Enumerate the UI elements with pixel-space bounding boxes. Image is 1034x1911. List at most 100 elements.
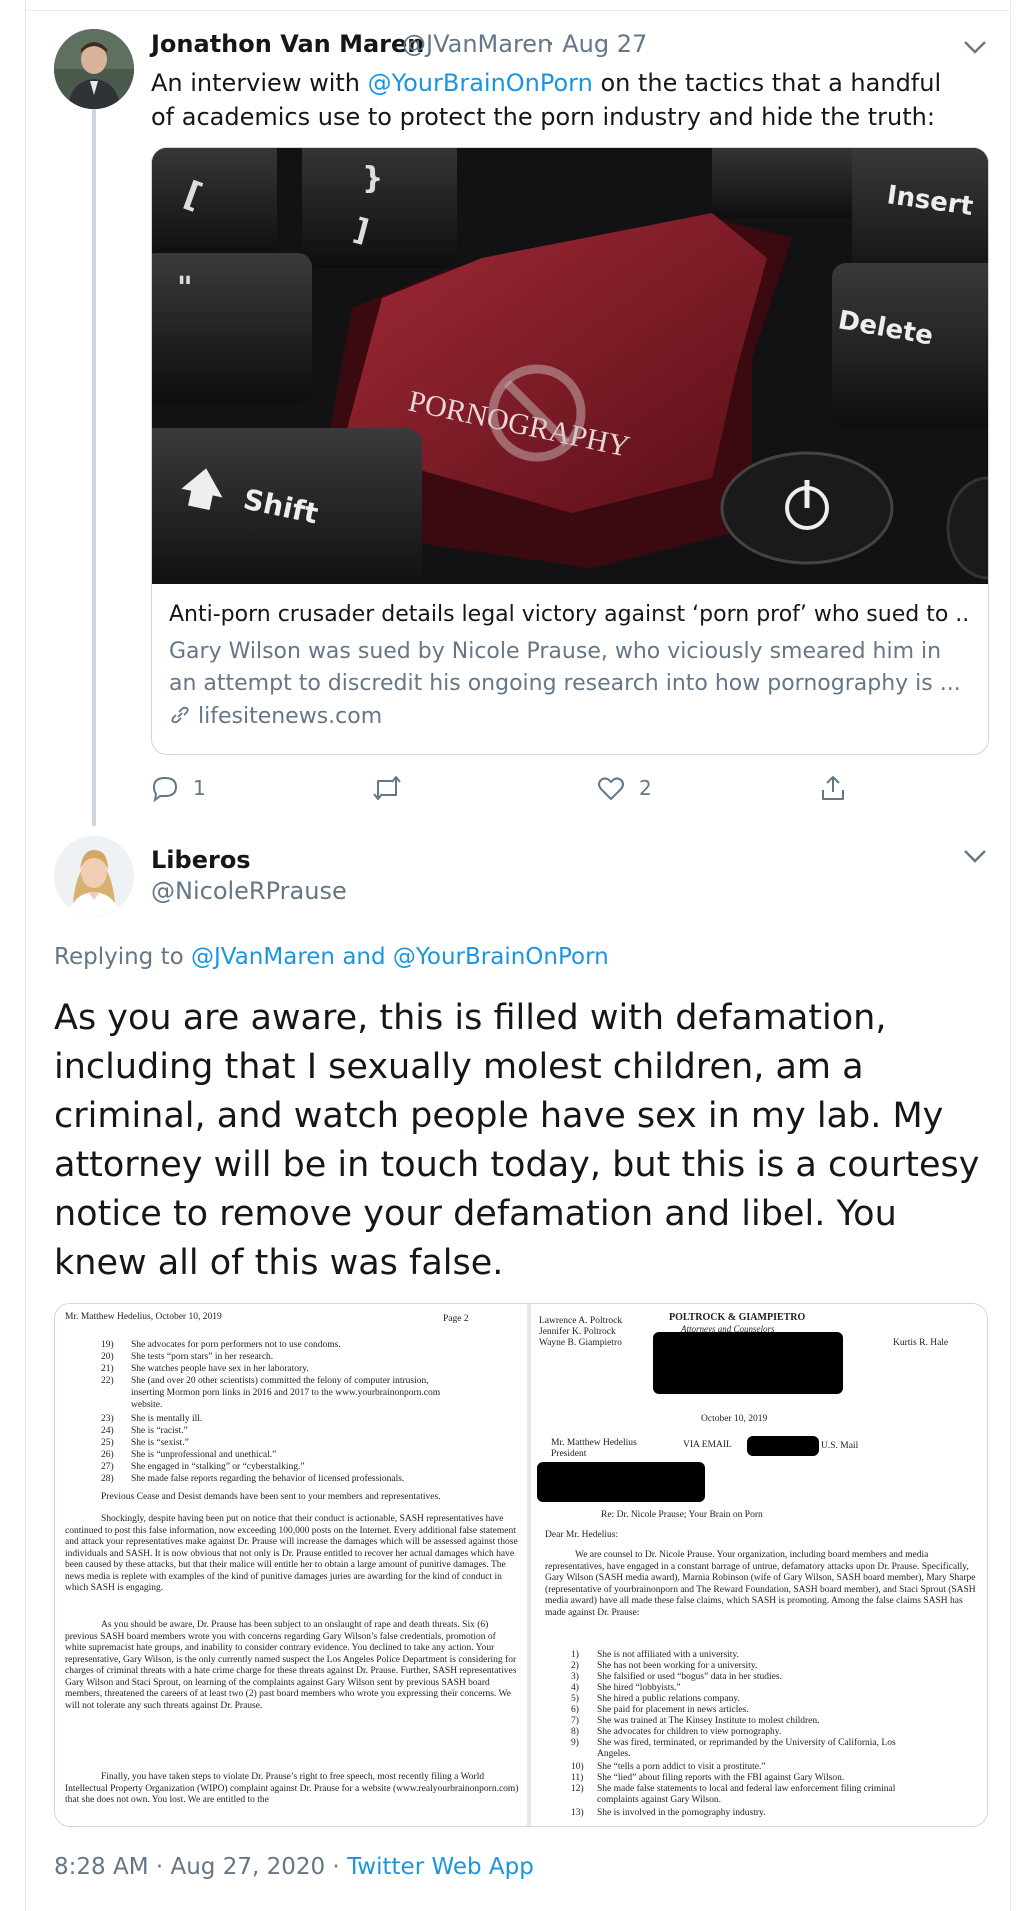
letter-mail: U.S. Mail: [821, 1441, 859, 1451]
tweet-text-prefix: An interview with: [151, 69, 368, 97]
letter-recipient-name: Mr. Matthew Hedelius: [551, 1438, 637, 1448]
list-number: 20): [101, 1352, 114, 1362]
card-description: Gary Wilson was sued by Nicole Prause, w…: [169, 639, 961, 696]
list-text: She engaged in “stalking” or “cyberstalk…: [131, 1462, 305, 1472]
like-button[interactable]: 2: [597, 774, 652, 802]
author-handle[interactable]: @NicoleRPrause: [151, 877, 347, 905]
list-text: She was fired, terminated, or reprimande…: [597, 1738, 896, 1748]
list-text: She advocates for children to view porno…: [597, 1727, 782, 1737]
list-number: 2): [571, 1661, 579, 1671]
list-number: 22): [101, 1376, 114, 1386]
chevron-down-icon[interactable]: [962, 38, 988, 56]
list-number: 9): [571, 1738, 579, 1748]
replying-to-mentions[interactable]: @JVanMaren and @YourBrainOnPorn: [191, 944, 609, 970]
list-number: 6): [571, 1705, 579, 1715]
svg-text:": ": [177, 271, 193, 306]
list-number: 1): [571, 1650, 579, 1660]
list-text: inserting Mormon porn links in 2016 and …: [131, 1388, 441, 1398]
list-number: 19): [101, 1340, 114, 1350]
list-number: 13): [571, 1808, 584, 1818]
list-text: website.: [131, 1400, 163, 1410]
letter-left-paragraph-3: As you should be aware, Dr. Prause has b…: [65, 1620, 517, 1711]
author-name[interactable]: Liberos: [151, 846, 251, 874]
list-number: 8): [571, 1727, 579, 1737]
list-text: She hired “lobbyists.”: [597, 1683, 681, 1693]
letter-salutation: Dear Mr. Hedelius:: [545, 1530, 619, 1540]
letter-kurtis: Kurtis R. Hale: [893, 1338, 949, 1348]
author-handle[interactable]: @JVanMaren: [402, 30, 552, 58]
list-number: 21): [101, 1364, 114, 1374]
retweet-button[interactable]: [372, 774, 402, 802]
redaction-block: [537, 1462, 705, 1502]
like-icon: [598, 777, 624, 800]
letter-left-header: Mr. Matthew Hedelius, October 10, 2019: [65, 1312, 222, 1322]
tweet-timestamp-text[interactable]: 8:28 AM · Aug 27, 2020 ·: [54, 1854, 347, 1880]
like-count: 2: [639, 776, 652, 800]
letter-firm-names: Lawrence A. Poltrock Jennifer K. Poltroc…: [539, 1316, 622, 1349]
list-number: 28): [101, 1474, 114, 1484]
list-text: She is not affiliated with a university.: [597, 1650, 739, 1660]
thread-connector-line: [92, 108, 96, 826]
attached-document-image[interactable]: Mr. Matthew Hedelius, October 10, 2019 P…: [54, 1303, 988, 1827]
list-text: She “lied” about filing reports with the…: [597, 1773, 845, 1783]
list-number: 10): [571, 1762, 584, 1772]
timeline-border-left: [25, 0, 26, 1911]
tweet-date[interactable]: · Aug 27: [547, 30, 647, 58]
timeline-border-right: [1010, 0, 1011, 1911]
list-text: She paid for placement in news articles.: [597, 1705, 749, 1715]
list-text: complaints against Gary Wilson.: [597, 1795, 721, 1805]
chevron-down-icon[interactable]: [962, 847, 988, 865]
firm-partner-name: Lawrence A. Poltrock: [539, 1316, 623, 1326]
list-text: She advocates for porn performers not to…: [131, 1340, 341, 1350]
share-button[interactable]: [819, 774, 847, 802]
list-text: She watches people have sex in her labor…: [131, 1364, 309, 1374]
list-text: She is “unprofessional and unethical.”: [131, 1450, 277, 1460]
list-number: 7): [571, 1716, 579, 1726]
letter-re-line: Re: Dr. Nicole Prause; Your Brain on Por…: [601, 1510, 763, 1520]
letter-date: October 10, 2019: [701, 1414, 768, 1424]
list-text: She is involved in the pornography indus…: [597, 1808, 766, 1818]
letter-recipient: Mr. Matthew Hedelius President: [551, 1438, 637, 1460]
list-text: She is “racist.”: [131, 1426, 188, 1436]
list-text: She has not been working for a universit…: [597, 1661, 758, 1671]
letter-left-paragraph-1: Previous Cease and Desist demands have b…: [101, 1492, 441, 1502]
list-text: She made false reports regarding the beh…: [131, 1474, 405, 1484]
link-icon: [171, 706, 189, 724]
list-text: She falsified or used “bogus” data in he…: [597, 1672, 782, 1682]
replying-to: Replying to @JVanMaren and @YourBrainOnP…: [54, 944, 609, 970]
firm-partner-name: Jennifer K. Poltrock: [539, 1327, 616, 1337]
letter-page-2: Mr. Matthew Hedelius, October 10, 2019 P…: [55, 1304, 527, 1826]
letter-body: We are counsel to Dr. Nicole Prause. You…: [545, 1550, 976, 1618]
letter-via-email: VIA EMAIL: [683, 1440, 732, 1450]
letter-recipient-title: President: [551, 1449, 587, 1459]
replying-to-prefix: Replying to: [54, 944, 191, 970]
card-image: [ } ] " PORNOGRAPHY Insert Delete Shift: [152, 148, 988, 584]
list-number: 3): [571, 1672, 579, 1682]
timeline-border-top: [25, 10, 1010, 11]
letter-left-paragraph-4: Finally, you have taken steps to violate…: [65, 1772, 519, 1805]
reply-count: 1: [193, 776, 206, 800]
card-title[interactable]: Anti-porn crusader details legal victory…: [169, 602, 969, 627]
tweet-source-app[interactable]: Twitter Web App: [347, 1854, 534, 1880]
author-name[interactable]: Jonathon Van Maren: [151, 30, 424, 58]
letter-left-page-number: Page 2: [443, 1314, 469, 1324]
letter-firm-name: POLTROCK & GIAMPIETRO: [669, 1312, 806, 1323]
avatar[interactable]: [54, 836, 134, 916]
redaction-block: [747, 1436, 819, 1456]
list-text: She tests “porn stars” in her research.: [131, 1352, 274, 1362]
svg-text:}: }: [362, 161, 383, 196]
list-number: 23): [101, 1414, 114, 1424]
avatar[interactable]: [54, 29, 134, 109]
tweet-actions: 1 2: [151, 774, 851, 804]
mention-link[interactable]: @YourBrainOnPorn: [368, 69, 593, 97]
list-number: 11): [571, 1773, 584, 1783]
list-number: 24): [101, 1426, 114, 1436]
card-site-label: lifesitenews.com: [198, 704, 383, 729]
list-text: Angeles.: [597, 1749, 631, 1759]
reply-button[interactable]: 1: [151, 774, 206, 802]
link-card[interactable]: [ } ] " PORNOGRAPHY Insert Delete Shift: [151, 147, 989, 755]
tweet-timestamp: 8:28 AM · Aug 27, 2020 · Twitter Web App: [54, 1854, 534, 1880]
reply-icon: [152, 776, 178, 802]
list-text: She is mentally ill.: [131, 1414, 203, 1424]
list-number: 4): [571, 1683, 579, 1693]
